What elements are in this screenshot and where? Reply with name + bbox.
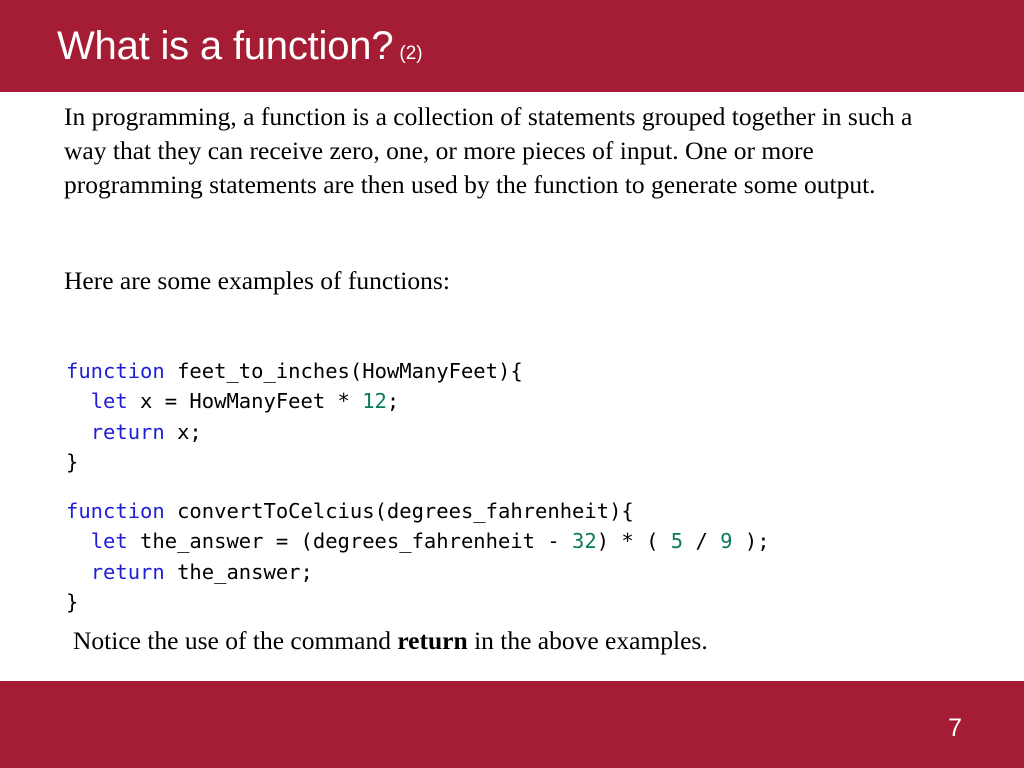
code-text: x; (164, 419, 202, 444)
code-block-convert-to-celcius: function convertToCelcius(degrees_fahren… (66, 496, 770, 618)
code-number: 5 (670, 529, 684, 554)
page-number: 7 (948, 714, 962, 742)
notice-paragraph: Notice the use of the command return in … (73, 624, 953, 658)
code-text: feet_to_inches(HowManyFeet){ (164, 358, 523, 383)
examples-lead-in: Here are some examples of functions: (64, 266, 450, 295)
slide-header-bar: What is a function? (2) (0, 0, 1024, 92)
code-keyword: return (90, 559, 165, 584)
code-line: return x; (66, 420, 202, 444)
code-keyword: let (90, 389, 128, 414)
notice-suffix: in the above examples. (467, 626, 708, 655)
code-line: let the_answer = (degrees_fahrenheit - 3… (66, 529, 770, 553)
code-text: ) * ( (596, 529, 671, 554)
code-number: 32 (572, 529, 597, 554)
code-line: let x = HowManyFeet * 12; (66, 389, 400, 414)
notice-emphasis: return (397, 626, 468, 655)
code-text: } (66, 450, 79, 475)
page-title-suffix: (2) (399, 43, 423, 64)
code-text: convertToCelcius(degrees_fahrenheit){ (164, 498, 634, 523)
code-text: ); (732, 529, 770, 554)
code-text: the_answer; (164, 559, 313, 584)
intro-paragraph: In programming, a function is a collecti… (64, 102, 913, 199)
code-text: the_answer = (degrees_fahrenheit - (127, 529, 573, 554)
code-text: ; (386, 389, 400, 414)
code-line: function convertToCelcius(degrees_fahren… (66, 499, 634, 523)
code-block-feet-to-inches: function feet_to_inches(HowManyFeet){ le… (66, 356, 523, 478)
code-line: } (66, 590, 78, 614)
code-number: 12 (362, 389, 387, 414)
code-text: } (66, 590, 79, 615)
slide: What is a function? (2) In programming, a… (0, 0, 1024, 768)
code-line: function feet_to_inches(HowManyFeet){ (66, 359, 523, 383)
code-text: / (683, 529, 721, 554)
page-title: What is a function? (2) (57, 23, 423, 77)
slide-body: In programming, a function is a collecti… (0, 92, 1024, 681)
code-number: 9 (720, 529, 733, 554)
slide-footer-bar: 7 (0, 681, 1024, 768)
code-keyword: return (90, 419, 165, 444)
code-line: } (66, 450, 78, 474)
code-keyword: let (90, 529, 128, 554)
code-keyword: function (66, 358, 165, 383)
page-title-text: What is a function? (57, 24, 394, 68)
code-text: x = HowManyFeet * (127, 389, 363, 414)
code-keyword: function (66, 498, 165, 523)
code-line: return the_answer; (66, 560, 313, 584)
notice-prefix: Notice the use of the command (73, 626, 398, 655)
